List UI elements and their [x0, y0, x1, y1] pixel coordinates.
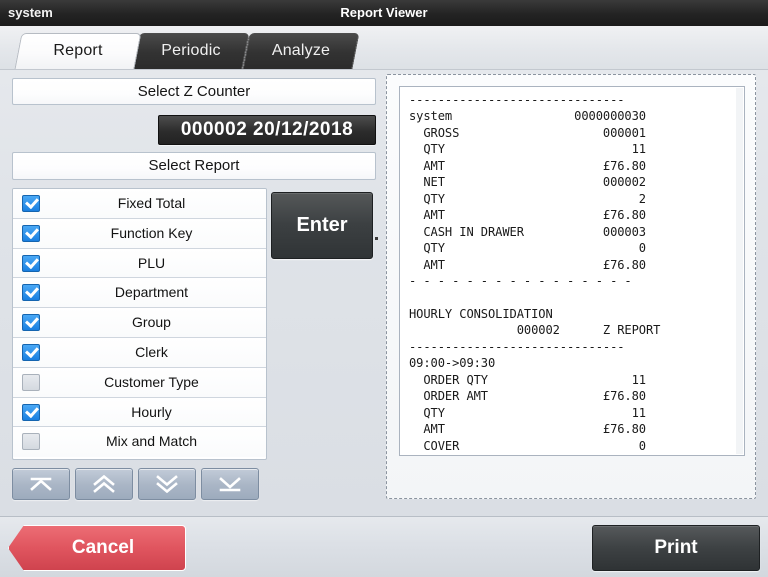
receipt-paper[interactable]: ------------------------------ system 00… — [399, 86, 745, 456]
receipt-preview-panel: ------------------------------ system 00… — [386, 74, 756, 499]
page-up-icon — [93, 475, 115, 493]
list-item[interactable]: Hourly — [13, 397, 266, 428]
list-item-label: Hourly — [131, 403, 172, 420]
tab-report[interactable]: Report — [14, 33, 142, 69]
list-scroll-bottom-button[interactable] — [201, 468, 259, 500]
checkbox-fixed-total[interactable] — [22, 195, 40, 212]
list-item[interactable]: Mix and Match — [13, 427, 266, 458]
checkbox-department[interactable] — [22, 284, 40, 302]
tab-periodic[interactable]: Periodic — [132, 33, 250, 69]
list-item[interactable]: Group — [13, 308, 266, 338]
list-item-label: Department — [114, 284, 189, 301]
tab-periodic-label: Periodic — [161, 42, 221, 59]
z-counter-value-display[interactable]: 000002 20/12/2018 — [158, 115, 376, 145]
checkbox-plu[interactable] — [22, 254, 40, 272]
list-item-label: Clerk — [135, 343, 168, 360]
tab-analyze-label: Analyze — [271, 42, 331, 59]
checkbox-hourly[interactable] — [22, 403, 40, 421]
tab-analyze[interactable]: Analyze — [242, 33, 360, 69]
checkbox-customer-type[interactable] — [22, 373, 40, 391]
list-item[interactable]: Customer Type — [13, 367, 266, 398]
list-item-label: Fixed Total — [117, 195, 186, 211]
checkbox-group[interactable] — [22, 314, 40, 332]
cancel-button[interactable]: Cancel — [8, 525, 186, 571]
select-report-header[interactable]: Select Report — [12, 152, 376, 180]
select-z-counter-header[interactable]: Select Z Counter — [12, 78, 376, 105]
list-scroll-toolbar — [12, 468, 259, 500]
list-item-label: Mix and Match — [105, 433, 198, 450]
list-page-up-button[interactable] — [75, 468, 133, 500]
checkbox-clerk[interactable] — [22, 343, 40, 361]
print-button[interactable]: Print — [592, 525, 760, 571]
report-type-list: Fixed Total Function Key PLU Department … — [12, 188, 267, 460]
checkbox-mix-and-match[interactable] — [22, 433, 40, 451]
scroll-top-icon — [30, 477, 52, 491]
list-item[interactable]: Fixed Total — [13, 189, 266, 219]
list-page-down-button[interactable] — [138, 468, 196, 500]
page-title: Report Viewer — [340, 5, 428, 20]
scroll-bottom-icon — [219, 477, 241, 492]
page-down-icon — [156, 475, 178, 493]
list-item[interactable]: Department — [13, 278, 266, 309]
receipt-scrollbar[interactable] — [736, 88, 743, 454]
list-item-label: PLU — [137, 254, 166, 271]
list-item[interactable]: PLU — [13, 248, 266, 279]
list-item[interactable]: Clerk — [13, 337, 266, 368]
decorative-dot — [375, 237, 378, 240]
list-scroll-top-button[interactable] — [12, 468, 70, 500]
tab-strip: Report Periodic Analyze — [0, 26, 768, 70]
enter-button[interactable]: Enter — [271, 192, 373, 259]
checkbox-function-key[interactable] — [22, 224, 40, 242]
list-item[interactable]: Function Key — [13, 218, 266, 249]
report-viewer-window: system Report Viewer Report Periodic Ana… — [0, 0, 768, 577]
receipt-text: ------------------------------ system 00… — [409, 93, 661, 455]
tab-report-label: Report — [53, 42, 103, 59]
list-item-label: Function Key — [110, 224, 193, 241]
list-item-label: Customer Type — [104, 373, 199, 390]
list-item-label: Group — [132, 314, 171, 331]
title-bar: system Report Viewer — [0, 0, 768, 26]
